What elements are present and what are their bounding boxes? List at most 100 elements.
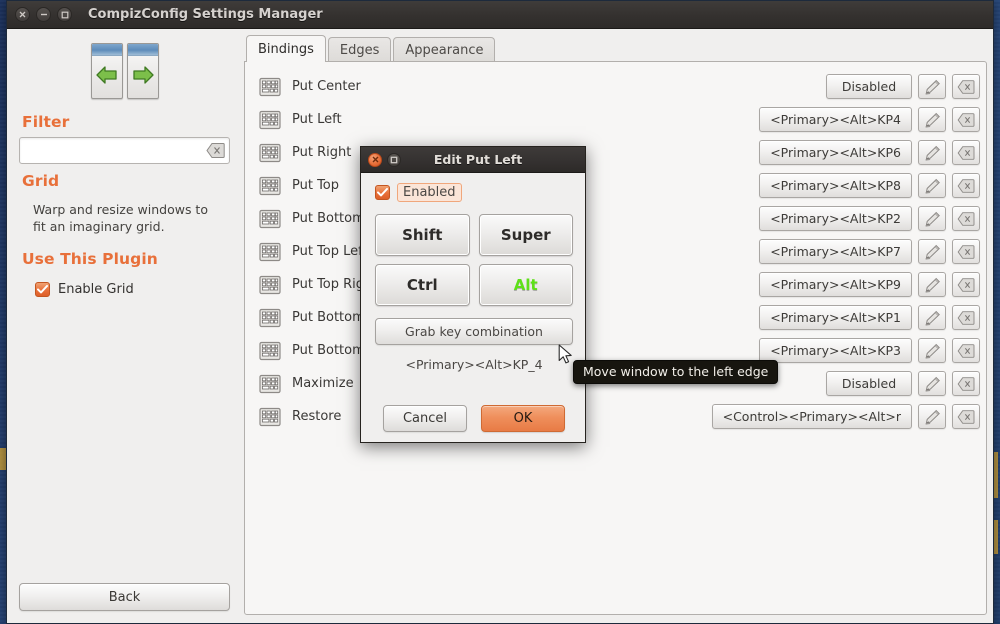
- use-plugin-heading: Use This Plugin: [22, 249, 158, 268]
- enable-grid-checkbox-row[interactable]: Enable Grid: [35, 281, 230, 297]
- edit-binding-button[interactable]: [918, 206, 946, 231]
- binding-value-button[interactable]: <Control><Primary><Alt>r: [711, 404, 912, 429]
- edit-binding-button[interactable]: [918, 272, 946, 297]
- clear-icon: [957, 211, 975, 226]
- edit-binding-button[interactable]: [918, 371, 946, 396]
- main-window: CompizConfig Settings Manager Filter Gri…: [6, 0, 994, 624]
- binding-value-button[interactable]: <Primary><Alt>KP2: [759, 206, 912, 231]
- edit-icon: [925, 244, 940, 260]
- binding-controls: <Primary><Alt>KP1: [759, 305, 980, 330]
- edit-binding-button[interactable]: [918, 74, 946, 99]
- ok-button[interactable]: OK: [481, 405, 565, 432]
- keyboard-icon: [259, 209, 281, 228]
- clear-icon: [957, 145, 975, 160]
- filter-heading: Filter: [22, 113, 70, 131]
- table-row: Put Center Disabled: [253, 70, 982, 103]
- keyboard-icon: [259, 176, 281, 195]
- back-button[interactable]: Back: [19, 583, 230, 611]
- keyboard-icon: [259, 143, 281, 163]
- edit-icon: [925, 376, 940, 392]
- clear-binding-button[interactable]: [952, 173, 980, 198]
- binding-value-button[interactable]: <Primary><Alt>KP8: [759, 173, 912, 198]
- cancel-button[interactable]: Cancel: [383, 405, 467, 432]
- grab-key-combination-button[interactable]: Grab key combination: [375, 318, 573, 345]
- edit-binding-button[interactable]: [918, 173, 946, 198]
- minimize-icon[interactable]: [36, 7, 51, 22]
- binding-controls: <Primary><Alt>KP8: [759, 173, 980, 198]
- dialog-close-icon[interactable]: [368, 152, 382, 167]
- edit-binding-dialog: Edit Put Left Enabled Shift Super Ctrl A…: [360, 146, 586, 443]
- edit-binding-button[interactable]: [918, 107, 946, 132]
- filter-row: [19, 137, 230, 164]
- binding-controls: <Primary><Alt>KP9: [759, 272, 980, 297]
- binding-value-button[interactable]: <Primary><Alt>KP7: [759, 239, 912, 264]
- content-area: Bindings Edges Appearance Put Center Disa…: [240, 29, 993, 623]
- binding-value-button[interactable]: <Primary><Alt>KP6: [759, 140, 912, 165]
- binding-value-button[interactable]: <Primary><Alt>KP3: [759, 338, 912, 363]
- binding-value-button[interactable]: Disabled: [826, 371, 912, 396]
- modifier-shift-button[interactable]: Shift: [375, 214, 470, 256]
- keyboard-icon: [259, 275, 281, 295]
- binding-label: Put Center: [292, 79, 361, 94]
- bindings-panel: Put Center Disabled Put Left <Primary><Alt…: [244, 61, 987, 615]
- dialog-checkbox-checked-icon[interactable]: [375, 185, 390, 200]
- binding-value-button[interactable]: <Primary><Alt>KP1: [759, 305, 912, 330]
- clear-binding-button[interactable]: [952, 272, 980, 297]
- binding-controls: Disabled: [826, 371, 980, 396]
- dialog-enabled-row[interactable]: Enabled: [375, 183, 573, 202]
- binding-controls: <Primary><Alt>KP4: [759, 107, 980, 132]
- search-input[interactable]: [19, 137, 230, 164]
- modifier-super-button[interactable]: Super: [478, 214, 573, 256]
- clear-binding-button[interactable]: [952, 305, 980, 330]
- binding-controls: <Primary><Alt>KP7: [759, 239, 980, 264]
- keyboard-icon: [259, 176, 281, 196]
- clear-binding-button[interactable]: [952, 338, 980, 363]
- edit-icon: [925, 79, 940, 95]
- tab-bindings[interactable]: Bindings: [246, 35, 326, 62]
- edit-binding-button[interactable]: [918, 239, 946, 264]
- keyboard-icon: [259, 374, 281, 394]
- maximize-icon[interactable]: [57, 7, 72, 22]
- edit-binding-button[interactable]: [918, 140, 946, 165]
- edit-binding-button[interactable]: [918, 305, 946, 330]
- tab-appearance[interactable]: Appearance: [393, 37, 496, 62]
- clear-binding-button[interactable]: [952, 107, 980, 132]
- clear-binding-button[interactable]: [952, 74, 980, 99]
- binding-controls: <Primary><Alt>KP3: [759, 338, 980, 363]
- sidebar: Filter Grid Warp and resize windows to f…: [7, 29, 240, 623]
- dialog-titlebar: Edit Put Left: [361, 147, 585, 173]
- clear-binding-button[interactable]: [952, 404, 980, 429]
- grid-right-window-icon: [126, 43, 159, 99]
- edit-binding-button[interactable]: [918, 404, 946, 429]
- binding-value-button[interactable]: <Primary><Alt>KP4: [759, 107, 912, 132]
- binding-value-button[interactable]: <Primary><Alt>KP9: [759, 272, 912, 297]
- clear-binding-button[interactable]: [952, 140, 980, 165]
- dialog-enabled-label: Enabled: [397, 183, 462, 202]
- keyboard-icon: [259, 209, 281, 229]
- binding-controls: <Primary><Alt>KP6: [759, 140, 980, 165]
- clear-binding-button[interactable]: [952, 371, 980, 396]
- edit-icon: [925, 178, 940, 194]
- checkbox-checked-icon[interactable]: [35, 281, 50, 297]
- clear-icon: [957, 244, 975, 259]
- clear-icon: [957, 178, 975, 193]
- table-row: Put Left <Primary><Alt>KP4: [253, 103, 982, 136]
- modifier-ctrl-button[interactable]: Ctrl: [375, 264, 470, 306]
- arrow-right-icon: [132, 66, 154, 84]
- keyboard-icon: [259, 143, 281, 162]
- binding-label: Put Left: [292, 112, 342, 127]
- close-icon[interactable]: [15, 7, 30, 22]
- binding-controls: <Primary><Alt>KP2: [759, 206, 980, 231]
- clear-binding-button[interactable]: [952, 206, 980, 231]
- keyboard-icon: [259, 110, 281, 130]
- modifier-alt-button[interactable]: Alt: [478, 264, 573, 306]
- edit-icon: [925, 145, 940, 161]
- tab-bar: Bindings Edges Appearance: [244, 35, 987, 62]
- tab-edges[interactable]: Edges: [327, 37, 392, 62]
- clear-icon[interactable]: [206, 142, 225, 159]
- window-titlebar: CompizConfig Settings Manager: [7, 1, 993, 29]
- clear-binding-button[interactable]: [952, 239, 980, 264]
- edit-binding-button[interactable]: [918, 338, 946, 363]
- dialog-maximize-icon[interactable]: [387, 152, 401, 167]
- binding-value-button[interactable]: Disabled: [826, 74, 912, 99]
